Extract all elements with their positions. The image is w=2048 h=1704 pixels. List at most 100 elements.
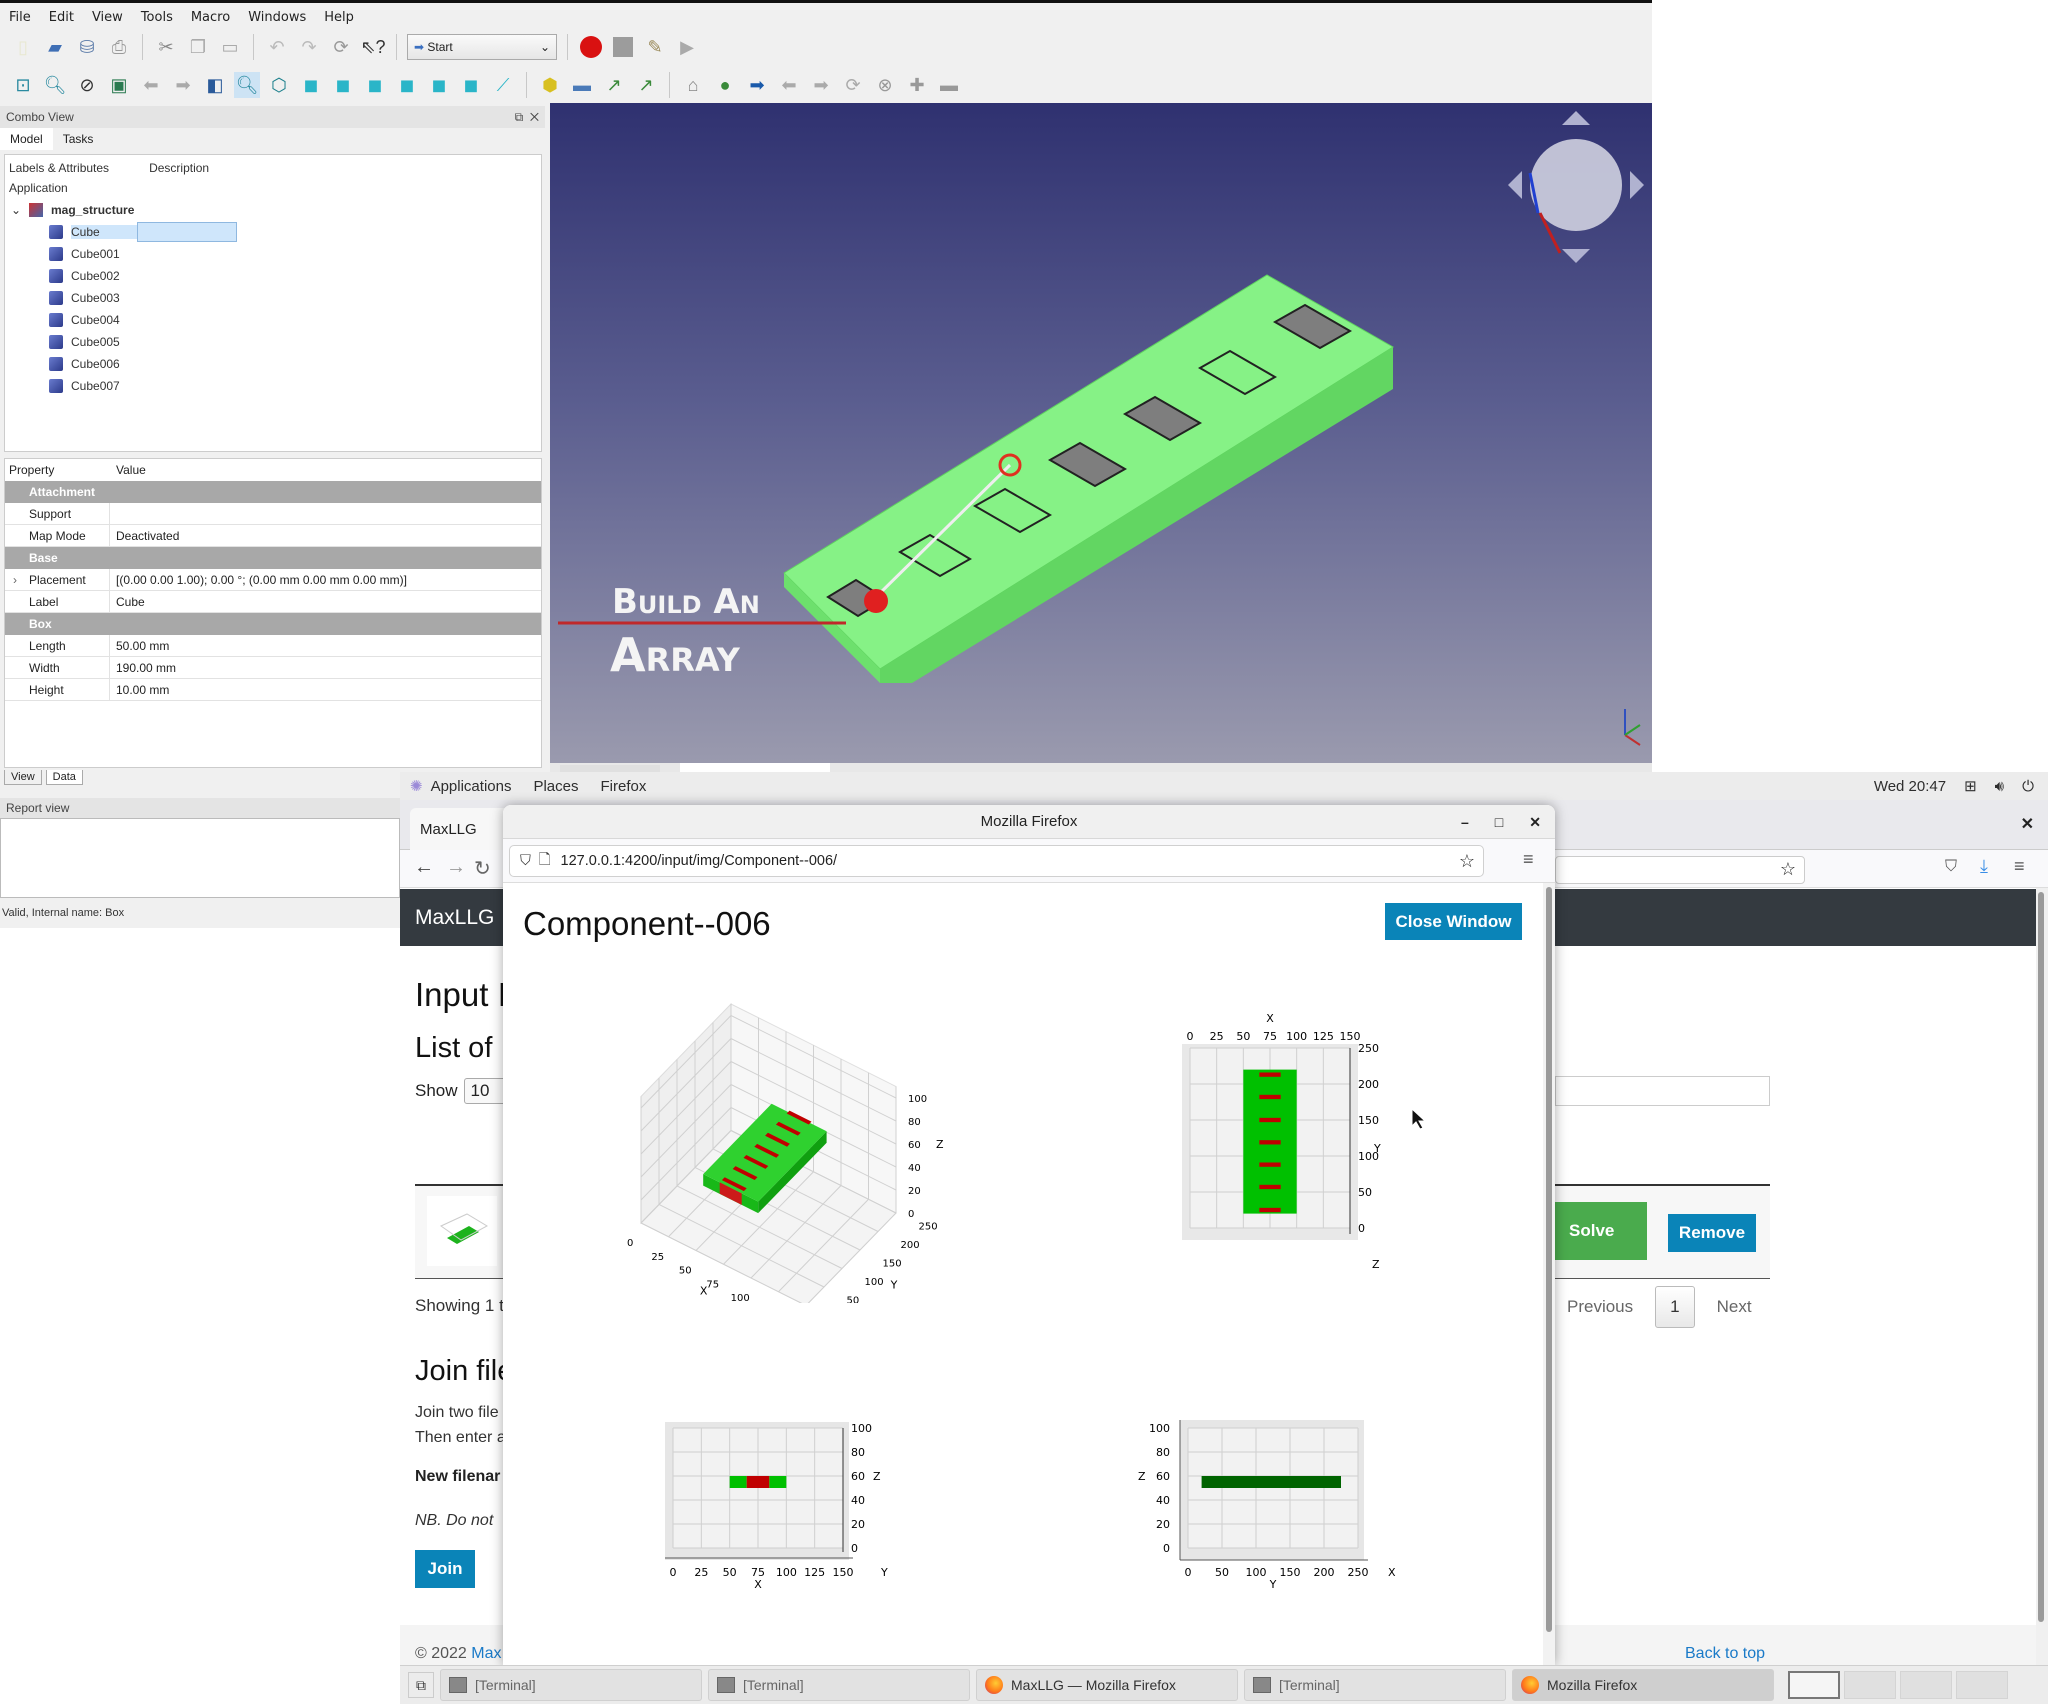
applications-menu[interactable]: Applications <box>431 778 512 795</box>
pagination-page-1[interactable]: 1 <box>1655 1286 1695 1328</box>
property-row-height[interactable]: Height 10.00 mm <box>5 679 541 701</box>
tree-item-cube005[interactable]: Cube005 <box>5 331 541 353</box>
std-view-icon[interactable]: ◧ <box>202 72 228 98</box>
close-window-button[interactable]: Close Window <box>1385 903 1522 940</box>
tree-item-cube001[interactable]: Cube001 <box>5 243 541 265</box>
web-go-icon[interactable]: ➡ <box>744 72 770 98</box>
workspace-2[interactable] <box>1844 1671 1896 1699</box>
bounding-box-icon[interactable]: ▣ <box>106 72 132 98</box>
back-to-top-link[interactable]: Back to top <box>1685 1645 1765 1663</box>
url-bar[interactable]: ☆ <box>1555 856 1805 884</box>
clock[interactable]: Wed 20:47 <box>1874 778 1946 795</box>
front-view-icon[interactable]: ◼ <box>298 72 324 98</box>
3d-scene[interactable]: Build An Array <box>550 103 1652 763</box>
measure-icon[interactable]: ⟋ <box>490 72 516 98</box>
tree-item-cube[interactable]: Cube <box>5 221 541 243</box>
web-forward-icon[interactable]: ➡ <box>808 72 834 98</box>
draw-style-icon[interactable]: ⊘ <box>74 72 100 98</box>
table-search-input[interactable] <box>1555 1076 1770 1106</box>
stop-macro-icon[interactable] <box>610 34 636 60</box>
hamburger-menu-icon[interactable]: ≡ <box>1523 849 1534 870</box>
pocket-icon[interactable]: ⛉ <box>1945 858 1957 876</box>
download-icon[interactable]: ⤓ <box>1980 856 1988 877</box>
group-folder-icon[interactable]: ▬ <box>569 72 595 98</box>
save-icon[interactable]: ⛁ <box>74 34 100 60</box>
menu-edit[interactable]: Edit <box>40 6 83 30</box>
link-actions-icon[interactable]: ↗ <box>633 72 659 98</box>
network-icon[interactable]: ⊞ <box>1964 777 1977 795</box>
tree-item-cube003[interactable]: Cube003 <box>5 287 541 309</box>
record-macro-icon[interactable] <box>578 34 604 60</box>
tree-item-cube007[interactable]: Cube007 <box>5 375 541 397</box>
forward-icon[interactable]: → <box>446 856 466 879</box>
forward-arrow-icon[interactable]: ➡ <box>170 72 196 98</box>
page-scrollbar[interactable] <box>2036 888 2048 1665</box>
firefox-menu[interactable]: Firefox <box>601 778 647 795</box>
tab-tasks[interactable]: Tasks <box>53 128 104 150</box>
open-folder-icon[interactable]: ▰ <box>42 34 68 60</box>
pagination-previous[interactable]: Previous <box>1567 1297 1633 1317</box>
component-thumbnail[interactable] <box>427 1196 497 1266</box>
fit-selection-icon[interactable]: 🔍︎ <box>42 72 68 98</box>
navbar-brand[interactable]: MaxLLG <box>415 906 494 930</box>
workspace-3[interactable] <box>1900 1671 1952 1699</box>
taskbar-terminal-2[interactable]: [Terminal] <box>708 1669 970 1701</box>
menu-view[interactable]: View <box>83 6 132 30</box>
taskbar-terminal-1[interactable]: [Terminal] <box>440 1669 702 1701</box>
property-row-length[interactable]: Length 50.00 mm <box>5 635 541 657</box>
solve-button[interactable]: Solve <box>1555 1202 1647 1260</box>
tree-header-description[interactable]: Description <box>149 161 209 175</box>
tab-data[interactable]: Data <box>45 770 83 785</box>
isometric-view-icon[interactable]: ⬡ <box>266 72 292 98</box>
close-icon[interactable]: ✕ <box>1529 805 1541 839</box>
maximize-icon[interactable]: □ <box>1495 805 1503 839</box>
web-zoom-in-icon[interactable]: ✚ <box>904 72 930 98</box>
close-window-icon[interactable]: ✕ <box>2021 814 2034 834</box>
popup-scrollbar[interactable] <box>1543 883 1555 1665</box>
undo-icon[interactable]: ↶ <box>264 34 290 60</box>
property-group-box[interactable]: Box <box>5 613 541 635</box>
back-icon[interactable]: ← <box>414 856 434 879</box>
tree-item-cube004[interactable]: Cube004 <box>5 309 541 331</box>
web-globe-icon[interactable]: ● <box>712 72 738 98</box>
fit-all-icon[interactable]: ⊡ <box>10 72 36 98</box>
web-stop-icon[interactable]: ⊗ <box>872 72 898 98</box>
show-desktop-icon[interactable]: ⧉ <box>408 1672 434 1698</box>
taskbar-mozilla-firefox[interactable]: Mozilla Firefox <box>1512 1669 1774 1701</box>
refresh-icon[interactable]: ⟳ <box>328 34 354 60</box>
tree-header-labels[interactable]: Labels & Attributes <box>9 161 109 175</box>
link-icon[interactable]: ↗ <box>601 72 627 98</box>
taskbar-maxllg-firefox[interactable]: MaxLLG — Mozilla Firefox <box>976 1669 1238 1701</box>
expand-arrow-icon[interactable]: › <box>13 573 17 587</box>
pagination-next[interactable]: Next <box>1717 1297 1752 1317</box>
tree-document[interactable]: ⌄ mag_structure <box>5 199 541 221</box>
right-view-icon[interactable]: ◼ <box>362 72 388 98</box>
menu-tools[interactable]: Tools <box>132 6 182 30</box>
popup-url-bar[interactable]: ⛉ 🗋 127.0.0.1:4200/input/img/Component--… <box>509 845 1484 877</box>
footer-link[interactable]: Max <box>471 1645 501 1662</box>
top-view-icon[interactable]: ◼ <box>330 72 356 98</box>
join-button[interactable]: Join <box>415 1550 475 1588</box>
menu-macro[interactable]: Macro <box>182 6 239 30</box>
property-row-map-mode[interactable]: Map Mode Deactivated <box>5 525 541 547</box>
property-row-width[interactable]: Width 190.00 mm <box>5 657 541 679</box>
reload-icon[interactable]: ↻ <box>474 856 491 881</box>
web-zoom-out-icon[interactable]: ▬ <box>936 72 962 98</box>
taskbar-terminal-3[interactable]: [Terminal] <box>1244 1669 1506 1701</box>
edit-macro-icon[interactable]: ✎ <box>642 34 668 60</box>
back-arrow-icon[interactable]: ⬅ <box>138 72 164 98</box>
tree-item-cube002[interactable]: Cube002 <box>5 265 541 287</box>
property-row-support[interactable]: Support <box>5 503 541 525</box>
tab-model[interactable]: Model <box>0 128 53 150</box>
run-macro-icon[interactable]: ▶ <box>674 34 700 60</box>
menu-help[interactable]: Help <box>315 6 363 30</box>
menu-file[interactable]: File <box>0 6 40 30</box>
redo-icon[interactable]: ↷ <box>296 34 322 60</box>
remove-button[interactable]: Remove <box>1668 1214 1756 1252</box>
left-view-icon[interactable]: ◼ <box>458 72 484 98</box>
float-panel-icon[interactable]: ⧉ <box>515 110 524 124</box>
shield-icon[interactable]: ⛉ <box>520 853 531 869</box>
paste-icon[interactable]: ▭ <box>217 34 243 60</box>
property-row-placement[interactable]: › Placement [(0.00 0.00 1.00); 0.00 °; (0.… <box>5 569 541 591</box>
web-home-icon[interactable]: ⌂ <box>680 72 706 98</box>
